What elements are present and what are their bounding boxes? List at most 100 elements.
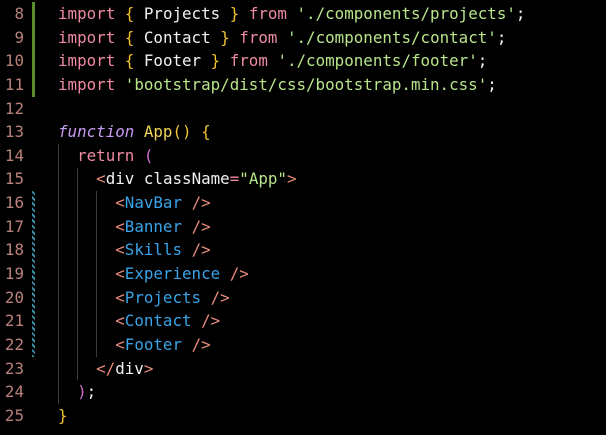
code-line[interactable]: 8 import { Projects } from './components/… (0, 2, 606, 26)
code-line[interactable]: 16 <NavBar /> (0, 191, 606, 215)
code-token: < (115, 264, 125, 284)
code-token: NavBar (124, 193, 183, 213)
code-token: /> (229, 264, 249, 284)
line-number: 23 (4, 358, 24, 378)
code-token: import (58, 27, 116, 47)
code-token: /> (191, 216, 211, 236)
code-text: import { Projects } from './components/p… (58, 2, 525, 26)
code-token: { (201, 122, 211, 142)
code-token: /> (191, 334, 211, 354)
code-line[interactable]: 22 <Footer /> (0, 333, 606, 357)
code-text: </div> (58, 357, 153, 381)
line-number: 21 (4, 311, 24, 331)
code-token: Footer (134, 51, 211, 71)
code-text: <Projects /> (58, 286, 230, 310)
code-token: div (105, 169, 135, 189)
line-number: 10 (4, 51, 24, 71)
line-number: 9 (14, 27, 24, 47)
code-token: < (115, 240, 125, 260)
line-number: 13 (4, 122, 24, 142)
code-token: className (143, 169, 230, 189)
code-token: () (172, 122, 192, 142)
code-line[interactable]: 21 <Contact /> (0, 309, 606, 333)
code-token: } (220, 27, 230, 47)
code-text: function App() { (58, 120, 211, 144)
code-line[interactable]: 10 import { Footer } from './components/f… (0, 49, 606, 73)
code-token: 'bootstrap/dist/css/bootstrap.min.css' (124, 74, 488, 94)
code-token: /> (191, 240, 211, 260)
line-number: 12 (4, 98, 24, 118)
code-token: import (58, 74, 116, 94)
code-token: App (143, 122, 173, 142)
code-text: import { Footer } from './components/foo… (58, 49, 487, 73)
code-token: "App" (239, 169, 287, 189)
code-line[interactable]: 12 (0, 97, 606, 121)
code-token: < (96, 169, 106, 189)
code-token: import (58, 4, 116, 23)
code-line[interactable]: 20 <Projects /> (0, 286, 606, 310)
code-line[interactable]: 13 function App() { (0, 120, 606, 144)
code-token: < (115, 311, 125, 331)
line-number: 24 (4, 382, 24, 402)
code-token: } (58, 405, 68, 425)
code-token: return (77, 145, 135, 165)
line-number: 14 (4, 145, 24, 165)
code-text: import { Contact } from './components/co… (58, 26, 506, 50)
code-line[interactable]: 23 </div> (0, 357, 606, 381)
code-line[interactable]: 11 import 'bootstrap/dist/css/bootstrap.m… (0, 73, 606, 97)
code-token: < (115, 287, 125, 307)
code-token: } (210, 51, 221, 71)
code-token: /> (210, 287, 230, 307)
code-line[interactable]: 25} (0, 404, 606, 428)
code-token: { (124, 27, 135, 47)
code-line[interactable]: 18 <Skills /> (0, 238, 606, 262)
code-token: > (143, 358, 154, 378)
code-editor[interactable]: 8 import { Projects } from './components/… (0, 2, 606, 428)
code-token: < (115, 193, 125, 213)
code-token: ( (143, 145, 154, 165)
line-number: 17 (4, 216, 24, 236)
code-text: <div className="App"> (58, 167, 297, 191)
code-token: ) (77, 382, 87, 402)
code-line[interactable]: 15 <div className="App"> (0, 167, 606, 191)
code-line[interactable]: 19 <Experience /> (0, 262, 606, 286)
code-text: return ( (58, 144, 153, 168)
code-line[interactable]: 9 import { Contact } from './components/c… (0, 26, 606, 50)
code-token: Contact (134, 27, 221, 47)
line-number: 18 (4, 240, 24, 260)
code-line[interactable]: 17 <Banner /> (0, 215, 606, 239)
code-token: </ (96, 358, 116, 378)
code-text: ); (58, 380, 96, 404)
code-token: Projects (124, 287, 202, 307)
code-token: < (115, 334, 125, 354)
code-token: from (229, 51, 268, 71)
code-token: > (286, 169, 297, 189)
code-token: './components/footer' (277, 51, 478, 71)
code-token: = (229, 169, 240, 189)
code-token: < (115, 216, 125, 236)
code-line[interactable]: 14 return ( (0, 144, 606, 168)
line-number: 22 (4, 334, 24, 354)
code-token: function (58, 122, 135, 142)
code-line[interactable]: 24 ); (0, 380, 606, 404)
